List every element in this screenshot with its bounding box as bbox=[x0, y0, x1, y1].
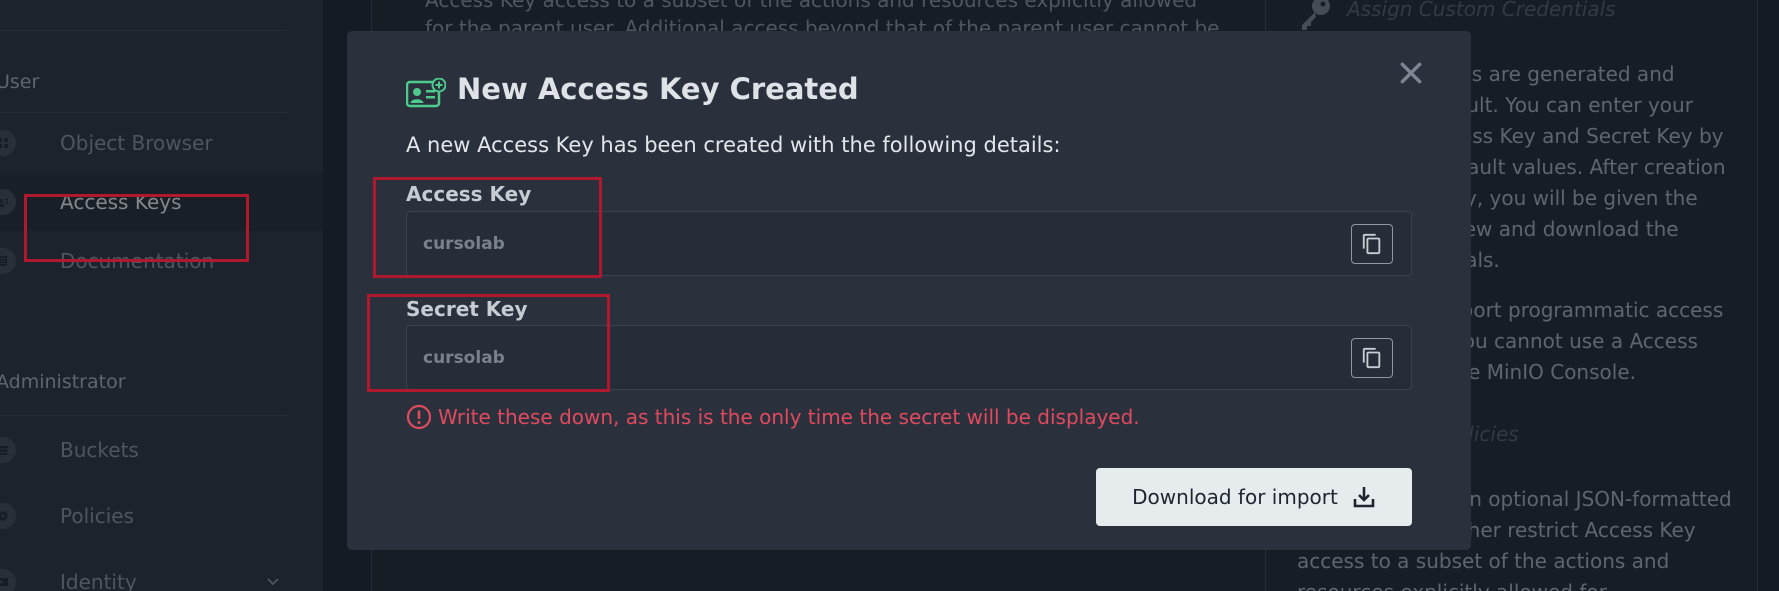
close-icon bbox=[1400, 62, 1422, 84]
modal-title: New Access Key Created bbox=[457, 72, 859, 106]
warning-icon bbox=[406, 404, 432, 430]
secret-key-field[interactable]: cursolab bbox=[406, 325, 1412, 390]
download-button-label: Download for import bbox=[1132, 485, 1338, 509]
close-button[interactable] bbox=[1396, 58, 1426, 88]
download-icon bbox=[1353, 487, 1375, 508]
access-key-value: cursolab bbox=[423, 233, 505, 254]
copy-icon bbox=[1362, 233, 1381, 254]
modal-description: A new Access Key has been created with t… bbox=[406, 133, 1061, 157]
warning-text: Write these down, as this is the only ti… bbox=[438, 405, 1140, 429]
download-for-import-button[interactable]: Download for import bbox=[1096, 468, 1412, 526]
warning-message: Write these down, as this is the only ti… bbox=[406, 404, 1140, 430]
copy-secret-key-button[interactable] bbox=[1351, 337, 1393, 378]
access-key-label: Access Key bbox=[406, 182, 532, 206]
access-key-field[interactable]: cursolab bbox=[406, 211, 1412, 276]
app-root: User Object Browser Access Keys Document… bbox=[0, 0, 1779, 591]
secret-key-label: Secret Key bbox=[406, 297, 528, 321]
copy-access-key-button[interactable] bbox=[1351, 223, 1393, 264]
secret-key-value: cursolab bbox=[423, 347, 505, 368]
access-key-card-icon bbox=[406, 78, 446, 108]
copy-icon bbox=[1362, 347, 1381, 368]
